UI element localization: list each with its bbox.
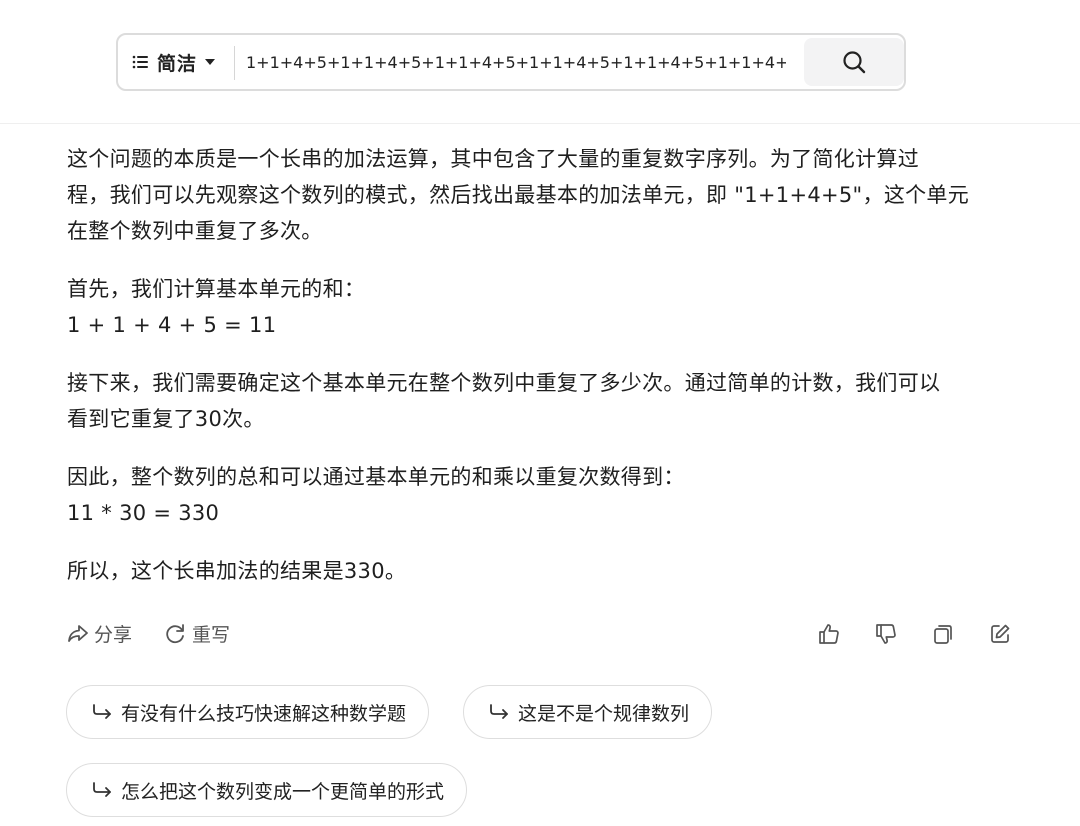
answer-line: 这个问题的本质是一个长串的加法运算，其中包含了大量的重复数字序列。为了简化计算过 xyxy=(67,147,919,171)
rewrite-button[interactable]: 重写 xyxy=(164,620,230,647)
answer-paragraph: 所以，这个长串加法的结果是330。 xyxy=(67,553,1012,589)
answer-line: 11 * 30 = 330 xyxy=(67,501,220,525)
answer-line: 首先，我们计算基本单元的和： xyxy=(67,277,366,301)
answer-paragraph: 因此，整个数列的总和可以通过基本单元的和乘以重复次数得到： 11 * 30 = … xyxy=(67,459,1012,531)
share-icon xyxy=(68,624,88,642)
caret-down-icon xyxy=(205,59,216,65)
top-bar: 简洁 xyxy=(0,0,1080,124)
share-button[interactable]: 分享 xyxy=(66,620,132,647)
suggestion-chip[interactable]: 有没有什么技巧快速解这种数学题 xyxy=(66,685,430,739)
search-button[interactable] xyxy=(804,38,904,86)
answer-paragraph: 接下来，我们需要确定这个基本单元在整个数列中重复了多少次。通过简单的计数，我们可… xyxy=(67,365,1012,437)
dislike-button[interactable] xyxy=(872,620,900,648)
reply-arrow-icon xyxy=(490,704,508,719)
suggestion-chip[interactable]: 怎么把这个数列变成一个更简单的形式 xyxy=(66,763,468,817)
feedback-actions xyxy=(815,620,1014,648)
list-icon xyxy=(132,55,148,69)
thumbs-down-icon xyxy=(876,624,896,644)
answer-line: 1 + 1 + 4 + 5 = 11 xyxy=(67,313,277,337)
suggestion-text: 怎么把这个数列变成一个更简单的形式 xyxy=(121,780,445,803)
suggestion-text: 这是不是个规律数列 xyxy=(518,702,690,725)
reply-arrow-icon xyxy=(93,704,111,719)
answer-paragraph: 这个问题的本质是一个长串的加法运算，其中包含了大量的重复数字序列。为了简化计算过… xyxy=(67,141,1012,249)
edit-button[interactable] xyxy=(986,620,1014,648)
suggestion-chip[interactable]: 这是不是个规律数列 xyxy=(463,685,713,739)
share-label: 分享 xyxy=(94,624,133,646)
copy-icon xyxy=(934,625,952,644)
reply-arrow-icon xyxy=(93,782,111,797)
answer-line: 看到它重复了30次。 xyxy=(67,407,265,431)
answer-line: 所以，这个长串加法的结果是330。 xyxy=(67,559,407,583)
like-button[interactable] xyxy=(815,620,843,648)
answer-line: 因此，整个数列的总和可以通过基本单元的和乘以重复次数得到： xyxy=(67,465,685,489)
answer-line: 在整个数列中重复了多次。 xyxy=(67,219,323,243)
search-input[interactable] xyxy=(246,44,786,80)
answer-paragraph: 首先，我们计算基本单元的和： 1 + 1 + 4 + 5 = 11 xyxy=(67,271,1012,343)
rewrite-label: 重写 xyxy=(192,624,231,646)
suggestion-text: 有没有什么技巧快速解这种数学题 xyxy=(121,702,407,725)
answer-actions: 分享 重写 xyxy=(66,620,262,647)
refresh-icon xyxy=(166,623,184,643)
answer-line: 程，我们可以先观察这个数列的模式，然后找出最基本的加法单元，即 "1+1+4+5… xyxy=(67,183,970,207)
search-box: 简洁 xyxy=(116,33,906,91)
mode-dropdown[interactable]: 简洁 xyxy=(132,35,216,89)
search-icon xyxy=(843,51,866,74)
answer-content: 这个问题的本质是一个长串的加法运算，其中包含了大量的重复数字序列。为了简化计算过… xyxy=(67,141,1012,611)
mode-label: 简洁 xyxy=(157,52,198,75)
thumbs-up-icon xyxy=(819,624,839,644)
edit-icon xyxy=(991,624,1010,643)
copy-button[interactable] xyxy=(929,620,957,648)
search-divider xyxy=(234,46,235,80)
answer-line: 接下来，我们需要确定这个基本单元在整个数列中重复了多少次。通过简单的计数，我们可… xyxy=(67,371,941,395)
